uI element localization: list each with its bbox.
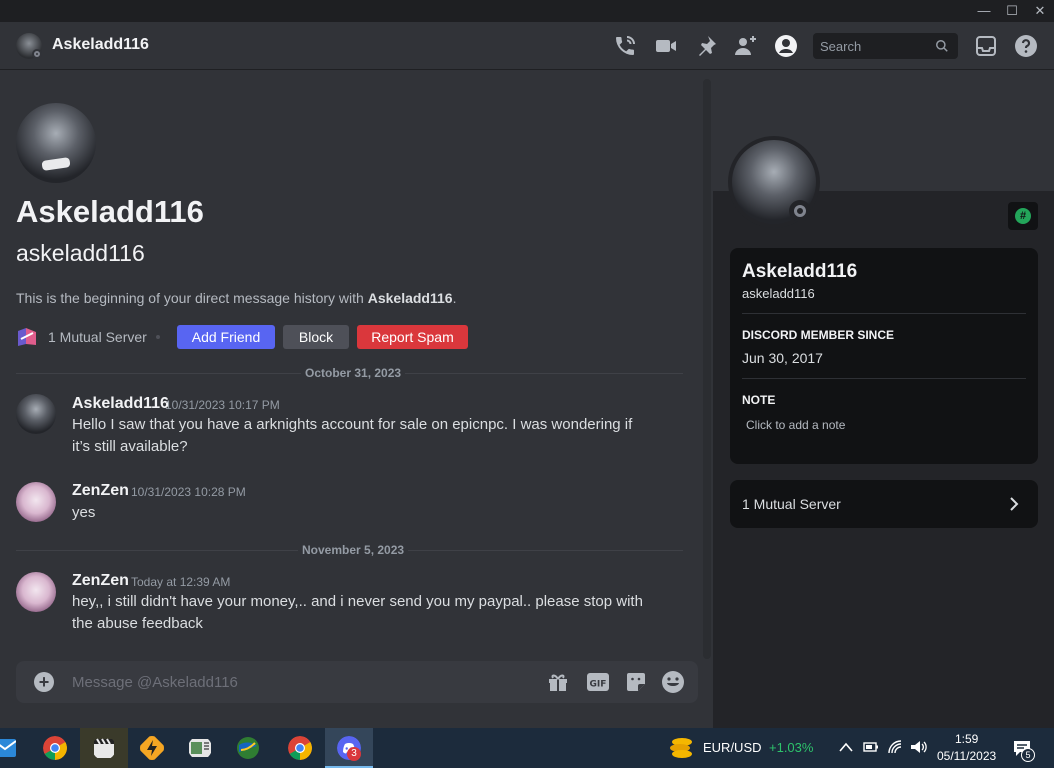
block-button[interactable]: Block: [283, 325, 349, 349]
minimize-button[interactable]: —: [970, 0, 998, 22]
message-timestamp: 10/31/2023 10:17 PM: [165, 398, 280, 412]
message-timestamp: 10/31/2023 10:28 PM: [131, 485, 246, 499]
intro-description: This is the beginning of your direct mes…: [16, 290, 456, 306]
clapper-icon: [94, 738, 114, 758]
chrome-icon: [43, 736, 67, 760]
profile-panel: Askeladd116 askeladd116 DISCORD MEMBER S…: [713, 71, 1054, 728]
chevron-up-icon[interactable]: [839, 741, 853, 753]
channel-header: Askeladd116 Search: [0, 22, 1054, 70]
upload-plus-icon[interactable]: +: [34, 672, 54, 692]
taskbar-chrome-2[interactable]: [276, 728, 324, 768]
report-spam-button[interactable]: Report Spam: [357, 325, 468, 349]
svg-text:GIF: GIF: [590, 680, 607, 690]
profile-display-name: Askeladd116: [742, 261, 858, 282]
chrome-icon: [288, 736, 312, 760]
taskbar-media-app[interactable]: [80, 728, 128, 768]
inbox-icon[interactable]: [974, 34, 998, 58]
mail-icon: [0, 739, 16, 757]
message-avatar[interactable]: [16, 394, 56, 434]
emoji-icon[interactable]: [661, 670, 685, 694]
user-profile-icon[interactable]: [774, 34, 798, 58]
taskbar-photos[interactable]: [176, 728, 224, 768]
offline-status-icon: [789, 200, 811, 222]
intro-text-suffix: .: [452, 290, 457, 306]
message-composer: + GIF: [16, 661, 698, 703]
discord-unread-badge: 3: [347, 747, 361, 761]
lightning-app-icon: [140, 736, 164, 760]
wifi-icon[interactable]: [887, 739, 903, 755]
gift-icon[interactable]: [546, 670, 570, 694]
intro-text-prefix: This is the beginning of your direct mes…: [16, 290, 368, 306]
volume-icon[interactable]: [910, 739, 928, 755]
taskbar-mail[interactable]: [0, 728, 20, 768]
profile-username: askeladd116: [742, 286, 815, 301]
coins-icon: [670, 738, 692, 758]
dot-separator: [156, 335, 160, 339]
card-divider: [742, 378, 1026, 379]
help-icon[interactable]: [1014, 34, 1038, 58]
ticker-change[interactable]: +1.03%: [769, 740, 813, 755]
card-divider: [742, 313, 1026, 314]
globe-app-icon: [237, 737, 259, 759]
note-heading: NOTE: [742, 393, 776, 407]
chat-scrollbar[interactable]: [703, 79, 711, 659]
clock-date[interactable]: 05/11/2023: [937, 749, 996, 763]
chevron-right-icon: [1010, 497, 1019, 511]
battery-icon[interactable]: [863, 740, 879, 754]
message-author[interactable]: ZenZen: [72, 482, 129, 500]
mutual-servers-row[interactable]: 1 Mutual Server: [730, 480, 1038, 528]
add-friend-icon[interactable]: [734, 34, 758, 58]
message-text: yes: [72, 504, 96, 521]
intro-avatar[interactable]: [16, 103, 96, 183]
intro-username: askeladd116: [16, 240, 145, 266]
search-placeholder: Search: [820, 39, 862, 54]
mutual-servers-label: 1 Mutual Server: [742, 496, 841, 512]
sticker-icon[interactable]: [624, 670, 648, 694]
hypesquad-badge-icon[interactable]: [1008, 202, 1038, 230]
message-timestamp: Today at 12:39 AM: [131, 575, 231, 589]
taskbar-vpn-app[interactable]: [128, 728, 176, 768]
header-title[interactable]: Askeladd116: [52, 36, 149, 54]
taskbar-chrome[interactable]: [31, 728, 79, 768]
chat-area: Askeladd116 askeladd116 This is the begi…: [0, 71, 713, 728]
taskbar-browser-app[interactable]: [224, 728, 272, 768]
message-author[interactable]: ZenZen: [72, 572, 129, 590]
message-text: Hello I saw that you have a arknights ac…: [72, 416, 633, 455]
mutual-server-label: 1 Mutual Server: [48, 329, 147, 345]
profile-card: Askeladd116 askeladd116 DISCORD MEMBER S…: [730, 248, 1038, 464]
close-window-button[interactable]: ✕: [1026, 0, 1054, 22]
offline-status-icon: [32, 49, 42, 59]
windows-taskbar: 3 EUR/USD +1.03% 1:59 05/11/2023 5: [0, 728, 1054, 768]
photo-viewer-icon: [189, 739, 211, 757]
ticker-pair[interactable]: EUR/USD: [703, 740, 762, 755]
notification-count-badge: 5: [1021, 748, 1035, 762]
gif-icon[interactable]: GIF: [586, 670, 610, 694]
clock-time[interactable]: 1:59: [955, 732, 978, 746]
intro-text-name: Askeladd116: [367, 290, 453, 306]
member-since-date: Jun 30, 2017: [742, 350, 823, 366]
video-call-icon[interactable]: [654, 34, 678, 58]
pin-icon[interactable]: [694, 34, 718, 58]
date-divider-label: November 5, 2023: [298, 543, 409, 557]
member-since-heading: DISCORD MEMBER SINCE: [742, 328, 895, 342]
add-friend-button[interactable]: Add Friend: [177, 325, 275, 349]
message-avatar[interactable]: [16, 482, 56, 522]
taskbar-discord[interactable]: 3: [325, 728, 373, 768]
phone-call-icon[interactable]: [613, 34, 637, 58]
server-icon: [18, 328, 36, 346]
message-text: hey,, i still didn't have your money,.. …: [72, 593, 643, 632]
maximize-button[interactable]: ☐: [998, 0, 1026, 22]
search-icon: [936, 40, 948, 52]
window-titlebar: — ☐ ✕: [0, 0, 1054, 22]
search-box[interactable]: Search: [813, 33, 958, 59]
intro-display-name: Askeladd116: [16, 194, 204, 229]
message-input[interactable]: [72, 661, 532, 703]
message-avatar[interactable]: [16, 572, 56, 612]
message-author[interactable]: Askeladd116: [72, 395, 169, 413]
note-field[interactable]: Click to add a note: [746, 418, 845, 432]
date-divider-label: October 31, 2023: [301, 366, 406, 380]
